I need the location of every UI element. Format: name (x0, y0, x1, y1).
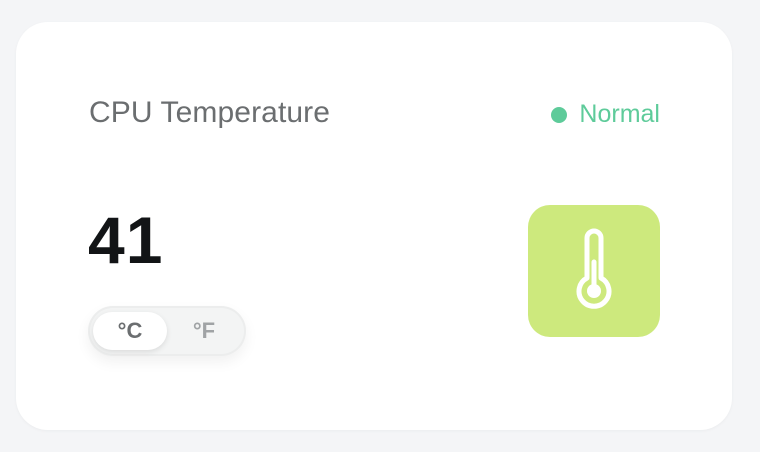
unit-toggle[interactable]: °C °F (88, 306, 246, 356)
unit-celsius-option[interactable]: °C (93, 312, 167, 350)
unit-fahrenheit-option[interactable]: °F (167, 312, 241, 350)
card-title: CPU Temperature (89, 96, 331, 129)
thermometer-tile (528, 205, 660, 337)
temperature-value: 41 (88, 203, 164, 277)
status-label: Normal (579, 100, 660, 128)
cpu-temperature-card: CPU Temperature Normal 41 °C °F (16, 22, 732, 430)
status-indicator: Normal (551, 100, 660, 129)
status-dot (551, 106, 568, 123)
thermometer-icon (576, 228, 612, 309)
